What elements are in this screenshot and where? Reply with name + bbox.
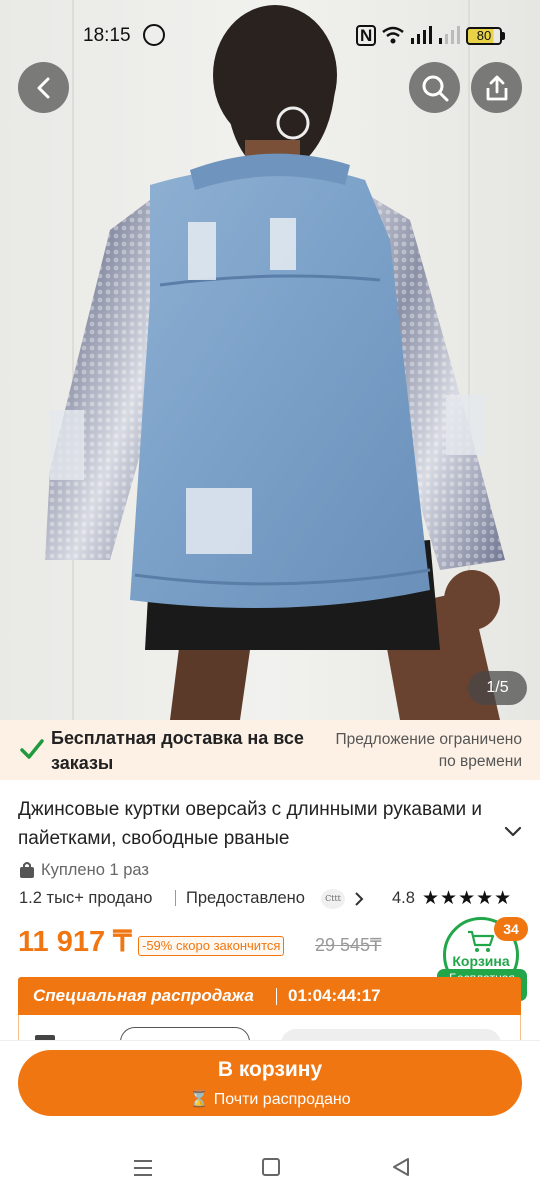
status-time: 18:15 bbox=[83, 25, 131, 46]
add-to-cart-label: В корзину bbox=[217, 1058, 323, 1081]
add-to-cart-button[interactable]: В корзину ⌛ Почти распродано bbox=[18, 1050, 522, 1116]
limited-offer-text: Предложение ограничено по времени bbox=[335, 731, 523, 770]
battery-tip bbox=[502, 32, 505, 40]
chevron-down-icon[interactable] bbox=[504, 826, 522, 838]
nfc-icon: N bbox=[356, 25, 377, 46]
current-price: 11 917 ₸ bbox=[18, 926, 132, 958]
rating-value: 4.8 bbox=[392, 889, 415, 907]
special-sale-bar: Специальная распродажа 01:04:44:17 bbox=[18, 977, 521, 1015]
whatsapp-icon bbox=[143, 24, 165, 46]
provided-by[interactable]: Предоставлено bbox=[186, 889, 305, 908]
bought-label: Куплено 1 раз bbox=[41, 860, 149, 879]
seller-logo[interactable]: Cttt bbox=[321, 889, 345, 909]
free-shipping-banner[interactable]: Бесплатная доставка на все заказы Предло… bbox=[0, 720, 540, 780]
signal-icon bbox=[411, 26, 432, 44]
signal-2-icon bbox=[439, 26, 460, 44]
chevron-right-icon[interactable] bbox=[354, 892, 364, 906]
product-page: 18:15 N 80 1/5 Бесплатная доставка на вс… bbox=[0, 0, 540, 1200]
divider bbox=[276, 988, 277, 1005]
home-icon[interactable] bbox=[262, 1158, 280, 1176]
search-button[interactable] bbox=[409, 62, 460, 113]
back-button[interactable] bbox=[18, 62, 69, 113]
wifi-icon bbox=[382, 26, 404, 44]
bought-count: Куплено 1 раз bbox=[19, 860, 149, 880]
cart-label: Корзина bbox=[452, 953, 510, 969]
cart-icon bbox=[468, 930, 495, 952]
system-nav-bar bbox=[0, 1140, 540, 1200]
jacket-illustration bbox=[45, 5, 505, 720]
almost-sold-out-label: ⌛ Почти распродано bbox=[189, 1091, 351, 1108]
divider bbox=[175, 890, 176, 906]
product-image[interactable] bbox=[0, 0, 540, 720]
cart-count: 34 bbox=[494, 917, 528, 941]
sold-count: 1.2 тыс+ продано bbox=[19, 889, 153, 907]
share-button[interactable] bbox=[471, 62, 522, 113]
old-price: 29 545₸ bbox=[315, 935, 382, 955]
search-icon bbox=[422, 75, 448, 101]
rating-stars[interactable]: ★★★★★ bbox=[422, 887, 512, 910]
share-icon bbox=[486, 75, 507, 100]
sale-timer: 01:04:44:17 bbox=[288, 986, 381, 1005]
shopping-bag-icon bbox=[20, 862, 34, 878]
chevron-left-icon bbox=[37, 77, 49, 98]
battery-indicator: 80 bbox=[466, 27, 502, 45]
status-bar: 18:15 N 80 bbox=[0, 0, 540, 70]
back-triangle-icon[interactable] bbox=[391, 1157, 411, 1177]
free-shipping-title: Бесплатная доставка на все заказы bbox=[51, 728, 304, 773]
product-title: Джинсовые куртки оверсайз с длинными рук… bbox=[18, 799, 483, 849]
check-icon bbox=[20, 739, 44, 759]
recent-apps-icon[interactable] bbox=[133, 1159, 153, 1177]
image-counter: 1/5 bbox=[468, 671, 527, 705]
special-sale-label: Специальная распродажа bbox=[33, 986, 254, 1005]
discount-badge: -59% скоро закончится bbox=[138, 936, 285, 956]
sold-row: 1.2 тыс+ продано Предоставлено Cttt 4.8 … bbox=[19, 887, 524, 911]
options-section bbox=[18, 1015, 521, 1043]
